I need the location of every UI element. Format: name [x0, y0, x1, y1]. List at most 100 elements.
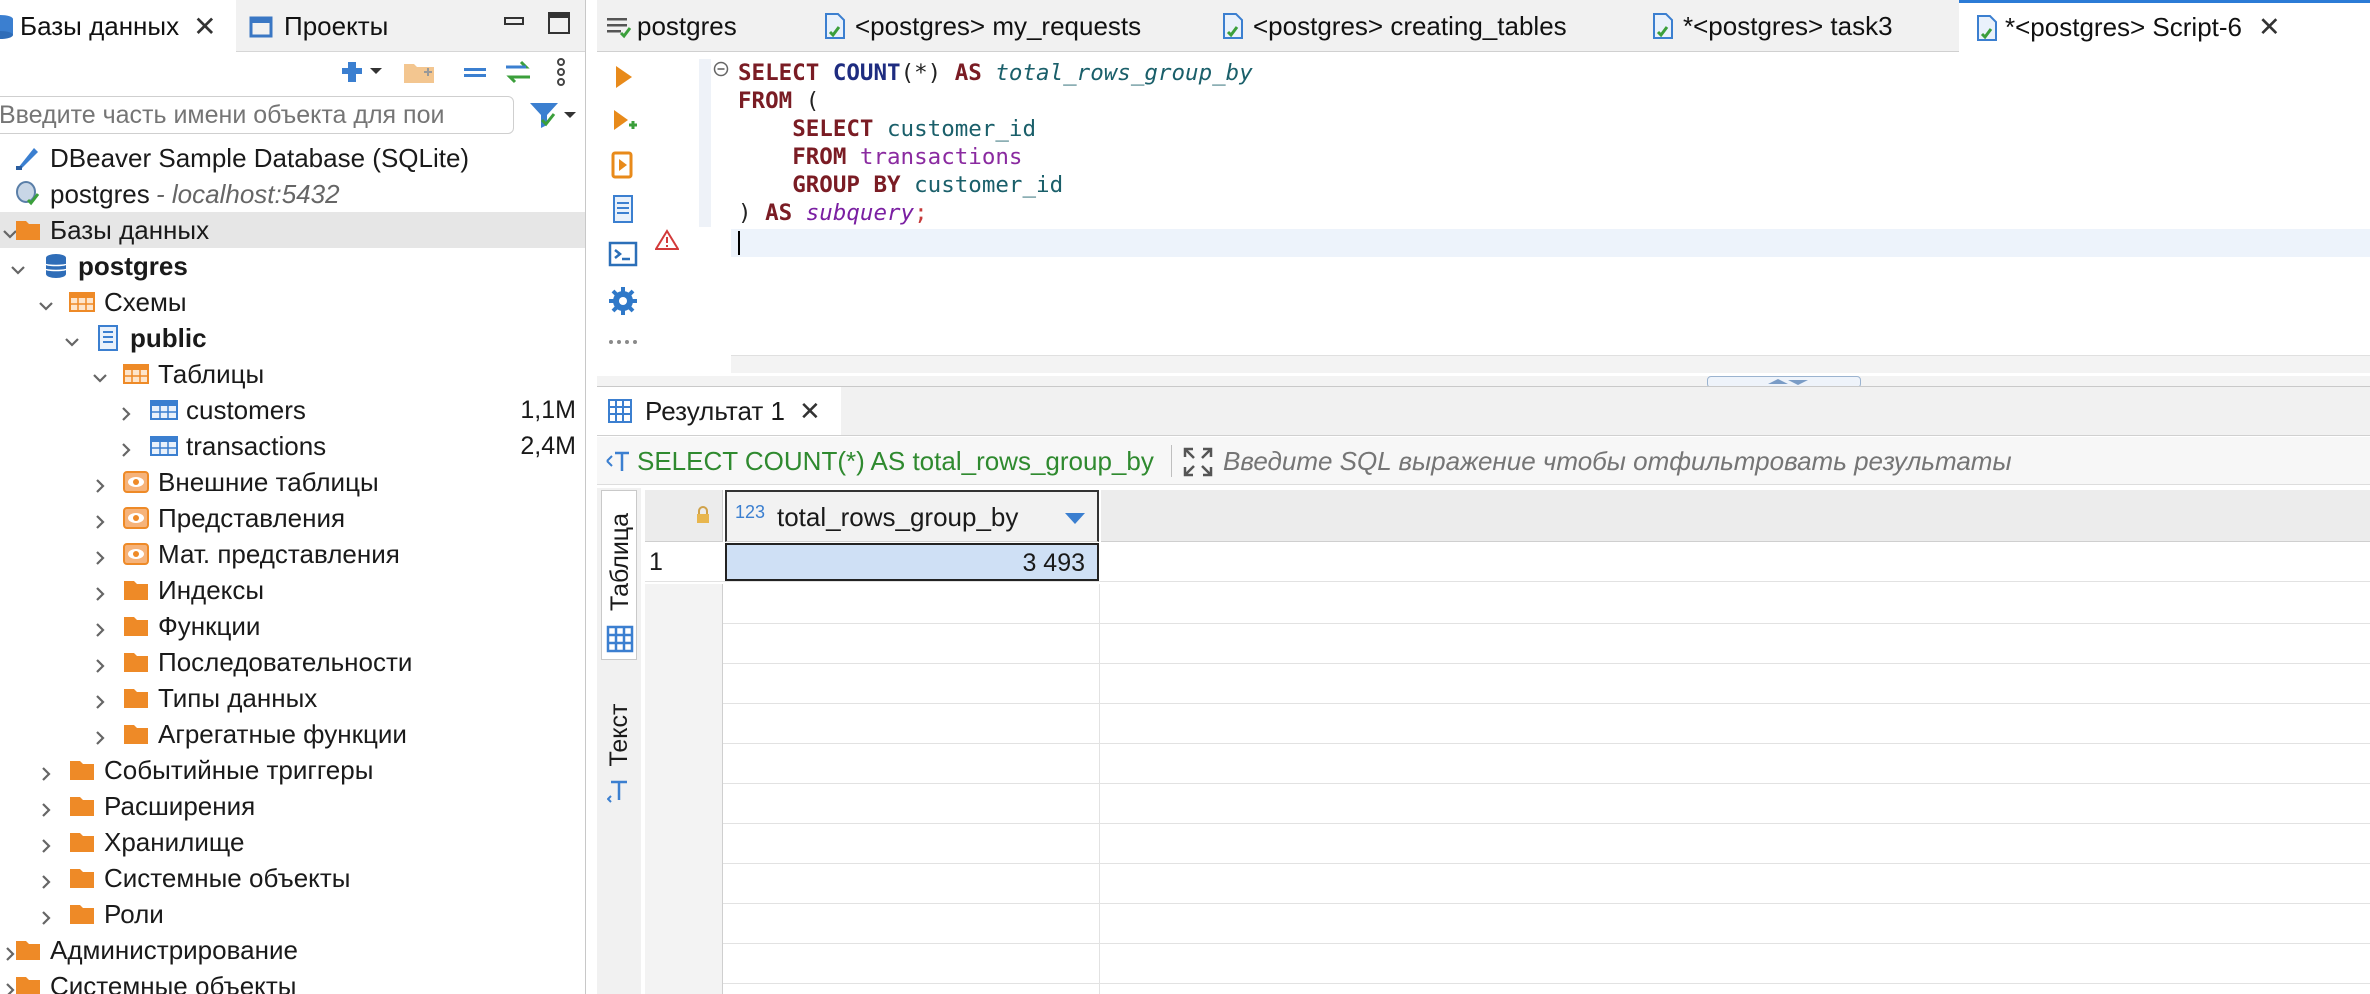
- chevron-right-icon[interactable]: [116, 400, 136, 421]
- tree-item[interactable]: Хранилище: [0, 824, 585, 860]
- chevron-right-icon[interactable]: [90, 580, 110, 601]
- tree-item[interactable]: Системные объекты: [0, 968, 585, 994]
- tree-item[interactable]: Таблицы: [0, 356, 585, 392]
- tree-item[interactable]: Базы данных: [0, 212, 585, 248]
- tree-item[interactable]: Агрегатные функции: [0, 716, 585, 752]
- minimize-icon[interactable]: [504, 12, 524, 32]
- chevron-down-icon[interactable]: [62, 328, 82, 348]
- tab-my-requests[interactable]: <postgres> my_requests: [807, 0, 1141, 52]
- tree-item[interactable]: public: [0, 320, 585, 356]
- more-icon[interactable]: [607, 335, 639, 349]
- identifier: customer_id: [914, 172, 1064, 198]
- chevron-right-icon[interactable]: [36, 760, 56, 781]
- tree-item-label: Системные объекты: [50, 971, 297, 994]
- tree-item[interactable]: Системные объекты: [0, 860, 585, 896]
- terminal-icon[interactable]: [607, 238, 639, 270]
- tab-result-1[interactable]: Результат 1 ✕: [597, 387, 841, 435]
- tree-item[interactable]: Мат. представления: [0, 536, 585, 572]
- tab-databases[interactable]: Базы данных ✕: [0, 0, 236, 52]
- close-icon[interactable]: ✕: [799, 396, 821, 427]
- collapse-all-icon[interactable]: [462, 60, 490, 84]
- close-icon[interactable]: ✕: [193, 10, 216, 43]
- tree-item[interactable]: Типы данных: [0, 680, 585, 716]
- tree-item[interactable]: customers 1,1M: [0, 392, 585, 428]
- tree-item[interactable]: transactions 2,4M: [0, 428, 585, 464]
- tree-item[interactable]: postgres - localhost:5432: [0, 176, 585, 212]
- execute-script-icon[interactable]: [607, 105, 639, 137]
- navigator-panel: Базы данных ✕ Проекты Введите часть имен…: [0, 0, 586, 994]
- tree-item[interactable]: Администрирование: [0, 932, 585, 968]
- semicolon: ;: [914, 200, 928, 226]
- maximize-icon[interactable]: [548, 12, 570, 34]
- tab-table-view[interactable]: Таблица: [601, 490, 637, 660]
- search-input[interactable]: [0, 96, 514, 134]
- sql-query-icon: [605, 449, 631, 473]
- chevron-right-icon[interactable]: [36, 796, 56, 817]
- tree-item[interactable]: Роли: [0, 896, 585, 932]
- chevron-down-icon[interactable]: [36, 292, 56, 312]
- tree-item[interactable]: Функции: [0, 608, 585, 644]
- settings-icon[interactable]: [607, 285, 639, 317]
- tree-item[interactable]: postgres: [0, 248, 585, 284]
- chevron-right-icon[interactable]: [116, 436, 136, 457]
- folder-icon: [122, 576, 150, 604]
- system-objects-icon: [14, 972, 42, 994]
- cell-total-rows-group-by[interactable]: 3 493: [725, 543, 1099, 581]
- query-text[interactable]: SELECT COUNT(*) AS total_rows_group_by: [637, 437, 1167, 485]
- editor-results-splitter[interactable]: [597, 376, 2370, 388]
- chevron-right-icon[interactable]: [90, 652, 110, 673]
- chevron-right-icon[interactable]: [90, 724, 110, 745]
- tree-item[interactable]: Расширения: [0, 788, 585, 824]
- sql-editor[interactable]: SELECT COUNT(*) AS total_rows_group_by F…: [654, 53, 2370, 375]
- chevron-right-icon[interactable]: [90, 544, 110, 565]
- tree-item-label: Системные объекты: [104, 863, 351, 893]
- execute-in-new-tab-icon[interactable]: [607, 149, 639, 181]
- tree-item[interactable]: Индексы: [0, 572, 585, 608]
- tree-item[interactable]: Событийные триггеры: [0, 752, 585, 788]
- function-name: COUNT: [832, 60, 901, 86]
- chevron-right-icon[interactable]: [36, 868, 56, 889]
- sort-dropdown-icon[interactable]: [1065, 512, 1085, 524]
- tree-item[interactable]: Внешние таблицы: [0, 464, 585, 500]
- tab-projects[interactable]: Проекты: [242, 0, 482, 52]
- chevron-down-icon[interactable]: [8, 256, 28, 276]
- expand-filter-icon[interactable]: [1183, 447, 1213, 477]
- tab-text-view[interactable]: Текст: [601, 688, 637, 812]
- tree-item[interactable]: Последовательности: [0, 644, 585, 680]
- projects-icon: [248, 13, 274, 39]
- chevron-right-icon[interactable]: [90, 472, 110, 493]
- chevron-right-icon[interactable]: [36, 832, 56, 853]
- tree-item-label: DBeaver Sample Database (SQLite): [50, 143, 470, 173]
- chevron-down-icon[interactable]: [90, 364, 110, 384]
- cell-value: 3 493: [1022, 549, 1085, 577]
- chevron-right-icon[interactable]: [90, 508, 110, 529]
- chevron-right-icon[interactable]: [36, 904, 56, 925]
- tab-postgres[interactable]: postgres: [597, 0, 793, 52]
- tree-item[interactable]: Представления: [0, 500, 585, 536]
- tab-task3[interactable]: *<postgres> task3: [1635, 0, 1893, 52]
- tree-item[interactable]: DBeaver Sample Database (SQLite): [0, 140, 585, 176]
- filter-input[interactable]: [1221, 441, 2361, 481]
- tab-creating-tables[interactable]: <postgres> creating_tables: [1205, 0, 1567, 52]
- chevron-right-icon[interactable]: [90, 616, 110, 637]
- fold-range-bar: [699, 59, 711, 227]
- tab-script-6[interactable]: *<postgres> Script-6 ✕: [1959, 0, 2370, 52]
- keyword: SELECT: [738, 60, 820, 86]
- tree-item[interactable]: Схемы: [0, 284, 585, 320]
- view-menu-icon[interactable]: [554, 56, 568, 88]
- editor-hscroll[interactable]: [731, 355, 2370, 373]
- explain-plan-icon[interactable]: [607, 193, 639, 225]
- close-icon[interactable]: ✕: [2258, 12, 2281, 43]
- chevron-right-icon[interactable]: [90, 688, 110, 709]
- new-connection-icon[interactable]: [342, 58, 382, 86]
- execute-statement-icon[interactable]: [607, 61, 639, 93]
- table-row[interactable]: 1 3 493: [645, 542, 2370, 582]
- new-folder-icon[interactable]: [402, 58, 436, 86]
- punct: ): [738, 200, 752, 226]
- current-line-highlight: [731, 229, 2370, 257]
- fold-icon[interactable]: [713, 61, 729, 77]
- column-header-total-rows-group-by[interactable]: 123 total_rows_group_by: [725, 490, 1099, 542]
- link-editor-icon[interactable]: [502, 58, 534, 86]
- sql-script-icon: [1973, 14, 1999, 42]
- filter-icon[interactable]: [528, 100, 578, 130]
